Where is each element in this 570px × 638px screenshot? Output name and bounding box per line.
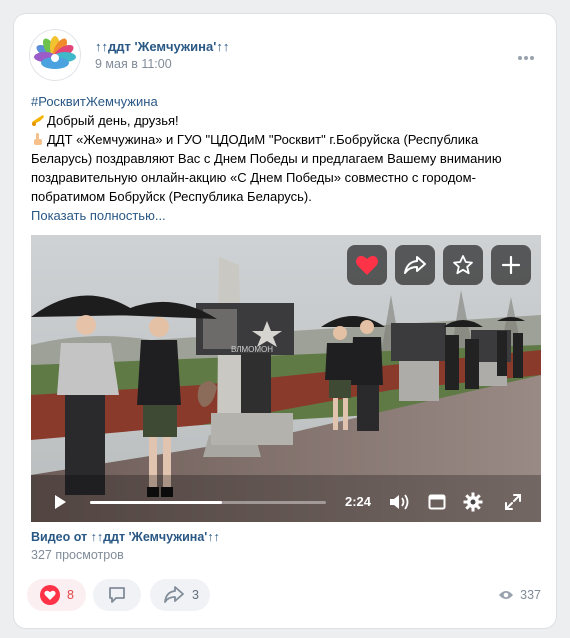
post-text: #РосквитЖемчужина Добрый день, друзья! Д… (31, 92, 531, 225)
view-count: 337 (520, 588, 541, 602)
monument-inscription: ВЛМОМОН (231, 345, 273, 354)
hashtag-link[interactable]: #РосквитЖемчужина (31, 94, 158, 109)
gear-icon[interactable] (463, 492, 483, 512)
fullscreen-icon[interactable] (504, 493, 522, 511)
timecode: 2:24 (345, 494, 372, 509)
comment-button[interactable] (93, 579, 141, 611)
video-player[interactable]: ВЛМОМОН 2:24 (31, 235, 541, 522)
comment-icon (109, 587, 125, 603)
post-card: ↑↑ддт 'Жемчужина'↑↑ 9 мая в 11:00 #Роскв… (14, 14, 556, 628)
body-line-4: побратимом Бобруйск (Республика Беларусь… (31, 189, 312, 204)
body-line-3: поздравительную онлайн-акцию «С Днем Поб… (31, 170, 476, 185)
pointing-hand-emoji-icon (34, 133, 42, 145)
share-button[interactable]: 3 (150, 579, 210, 611)
heart-icon (356, 255, 378, 275)
body-line-1: ДДТ «Жемчужина» и ГУО "ЦДОДиМ "Росквит" … (47, 132, 479, 147)
body-line-2: Беларусь) поздравляют Вас с Днем Победы … (31, 151, 502, 166)
author-name[interactable]: ↑↑ддт 'Жемчужина'↑↑ (95, 39, 229, 54)
share-count: 3 (192, 588, 199, 602)
pearl-logo (34, 36, 76, 69)
video-caption-link[interactable]: Видео от ↑↑ддт 'Жемчужина'↑↑ (31, 530, 220, 544)
volume-icon[interactable] (389, 493, 411, 511)
share-icon (164, 586, 184, 603)
plus-icon (501, 255, 521, 275)
window-icon[interactable] (428, 494, 446, 510)
play-icon[interactable] (52, 494, 68, 510)
heart-icon (40, 585, 60, 605)
share-video-button[interactable] (395, 245, 435, 285)
post-date[interactable]: 9 мая в 11:00 (95, 57, 172, 71)
show-more-link[interactable]: Показать полностью... (31, 208, 166, 223)
greeting-text: Добрый день, друзья! (47, 113, 179, 128)
add-video-button[interactable] (491, 245, 531, 285)
share-arrow-icon (404, 256, 426, 274)
eye-icon (499, 591, 514, 599)
like-count: 8 (67, 588, 74, 602)
star-icon (453, 255, 473, 275)
progress-bar[interactable] (90, 501, 326, 504)
avatar[interactable] (30, 30, 80, 80)
video-controls: 2:24 (31, 482, 541, 522)
more-options-icon[interactable] (518, 48, 538, 60)
like-button[interactable]: 8 (27, 579, 86, 611)
view-counter: 337 (498, 588, 541, 602)
video-views: 327 просмотров (31, 548, 124, 562)
favorite-video-button[interactable] (443, 245, 483, 285)
like-video-button[interactable] (347, 245, 387, 285)
progress-fill (90, 501, 223, 504)
trumpet-emoji-icon (32, 115, 44, 126)
